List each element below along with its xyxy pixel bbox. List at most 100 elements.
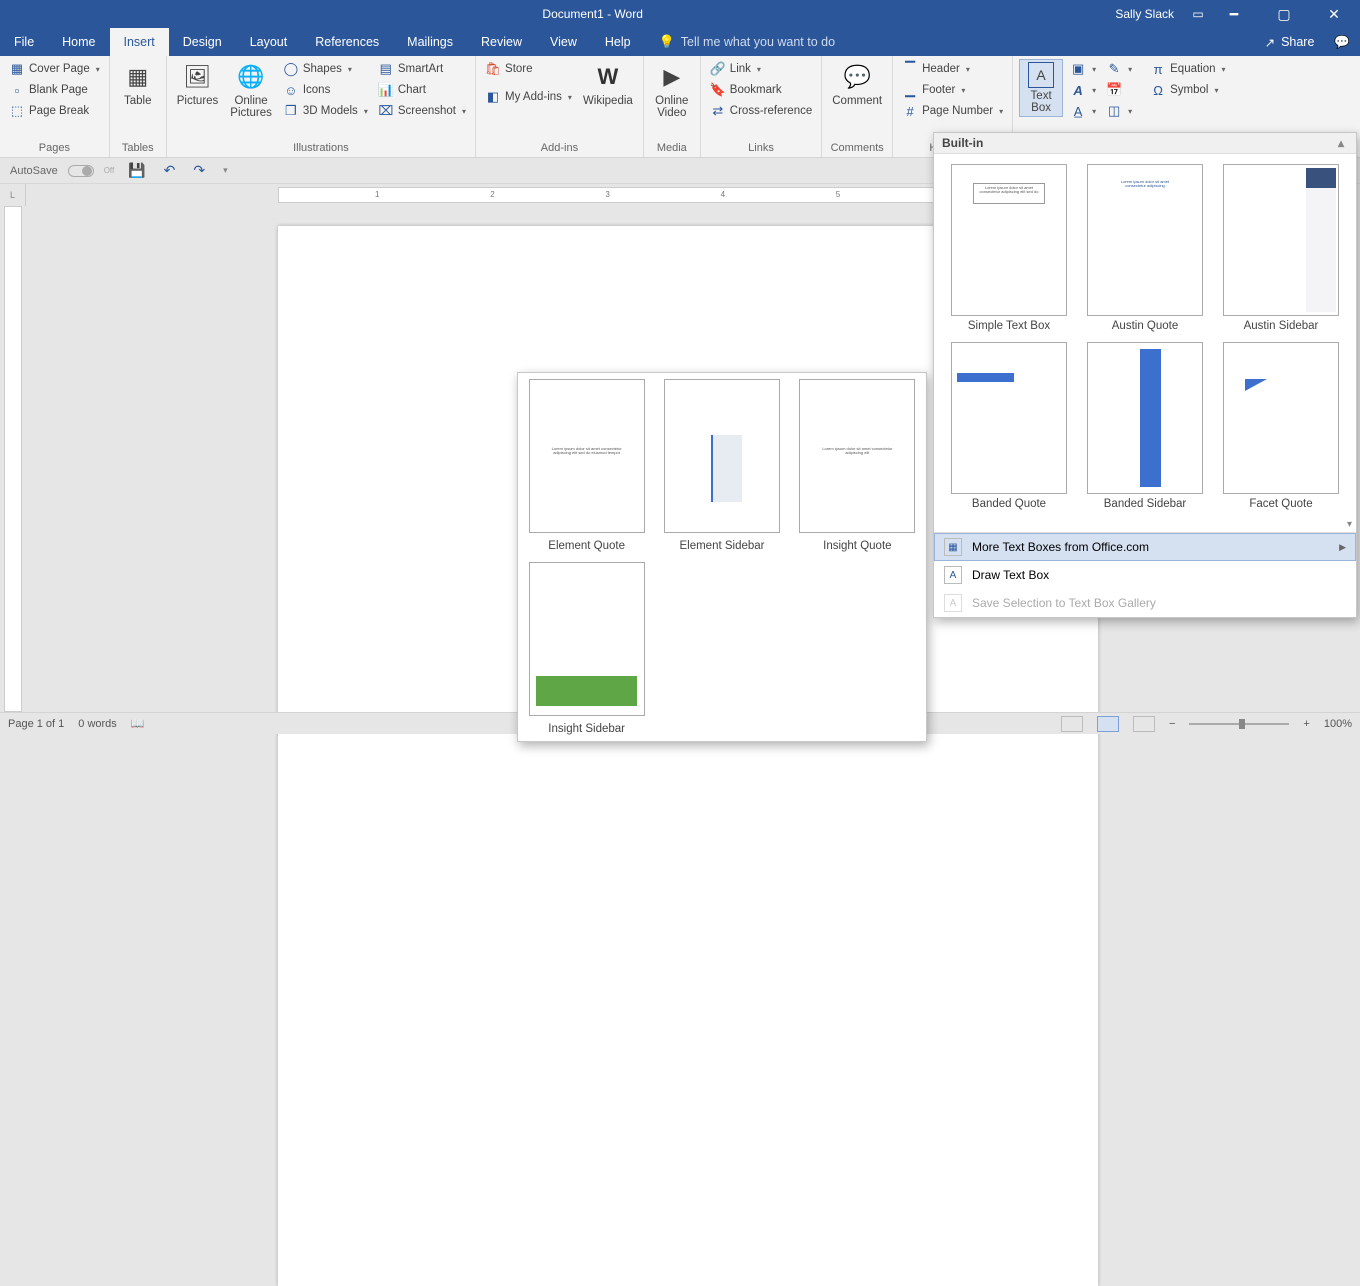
more-text-boxes-button[interactable]: ▦ More Text Boxes from Office.com ▶ xyxy=(934,533,1356,561)
date-time-button[interactable]: 📅 xyxy=(1103,80,1135,100)
gallery-item-insight-sidebar[interactable]: Insight Sidebar xyxy=(524,562,649,735)
maximize-button[interactable]: ▢ xyxy=(1262,0,1306,28)
spelling-icon[interactable]: 📖 xyxy=(131,717,145,730)
pictures-icon: 🖼 xyxy=(182,61,214,93)
cross-reference-button[interactable]: ⇄Cross-reference xyxy=(707,101,815,121)
text-box-icon: A xyxy=(1028,62,1054,88)
online-video-button[interactable]: ▶Online Video xyxy=(650,59,694,121)
minimize-button[interactable]: ━ xyxy=(1212,0,1256,28)
footer-button[interactable]: ▁Footer xyxy=(899,80,1006,100)
share-button[interactable]: ↗ Share xyxy=(1255,28,1325,56)
web-layout-button[interactable] xyxy=(1133,716,1155,732)
gallery-item-banded-quote[interactable]: Banded Quote xyxy=(946,342,1072,510)
tab-help[interactable]: Help xyxy=(591,28,645,56)
qat-customize[interactable]: ▾ xyxy=(219,165,232,176)
page-break-button[interactable]: ⬚Page Break xyxy=(6,101,103,121)
smartart-icon: ▤ xyxy=(378,61,394,77)
tab-file[interactable]: File xyxy=(0,28,48,56)
quick-parts-button[interactable]: ▣ xyxy=(1067,59,1099,79)
icons-button[interactable]: ☺Icons xyxy=(280,80,371,100)
quick-parts-icon: ▣ xyxy=(1070,61,1086,77)
gallery-item-austin-sidebar[interactable]: Austin Sidebar xyxy=(1218,164,1344,332)
header-button[interactable]: ▔Header xyxy=(899,59,1006,79)
chart-button[interactable]: 📊Chart xyxy=(375,80,469,100)
store-icon: 🛍 xyxy=(485,61,501,77)
store-button[interactable]: 🛍Store xyxy=(482,59,575,79)
gallery-item-austin-quote[interactable]: Lorem ipsum dolor sit amet consectetur a… xyxy=(1082,164,1208,332)
comments-pane-button[interactable]: 💬 xyxy=(1324,28,1360,56)
wikipedia-button[interactable]: WWikipedia xyxy=(579,59,637,109)
online-pictures-button[interactable]: 🌐Online Pictures xyxy=(226,59,276,121)
tell-me-search[interactable]: 💡 Tell me what you want to do xyxy=(645,28,835,56)
cover-page-button[interactable]: ▦Cover Page xyxy=(6,59,103,79)
tab-design[interactable]: Design xyxy=(169,28,236,56)
undo-button[interactable]: ↶ xyxy=(160,162,180,179)
ruler-corner[interactable]: L xyxy=(0,184,26,206)
zoom-slider[interactable] xyxy=(1189,723,1289,725)
print-layout-button[interactable] xyxy=(1097,716,1119,732)
online-pictures-icon: 🌐 xyxy=(235,61,267,93)
screenshot-button[interactable]: ⌧Screenshot xyxy=(375,101,469,121)
table-icon: ▦ xyxy=(122,61,154,93)
smartart-button[interactable]: ▤SmartArt xyxy=(375,59,469,79)
group-links: 🔗Link 🔖Bookmark ⇄Cross-reference Links xyxy=(701,56,822,157)
equation-button[interactable]: πEquation xyxy=(1147,59,1228,79)
gallery-item-facet-quote[interactable]: Facet Quote xyxy=(1218,342,1344,510)
cover-page-icon: ▦ xyxy=(9,61,25,77)
tab-view[interactable]: View xyxy=(536,28,591,56)
redo-button[interactable]: ↷ xyxy=(189,162,209,179)
tab-layout[interactable]: Layout xyxy=(236,28,302,56)
read-mode-button[interactable] xyxy=(1061,716,1083,732)
tab-mailings[interactable]: Mailings xyxy=(393,28,467,56)
group-addins: 🛍Store ◧My Add-ins WWikipedia Add-ins xyxy=(476,56,644,157)
gallery-item-element-sidebar[interactable]: Element Sidebar xyxy=(659,379,784,552)
text-box-gallery: Built-in ▴ Lorem ipsum dolor sit amet co… xyxy=(933,132,1357,618)
chart-icon: 📊 xyxy=(378,82,394,98)
drop-cap-button[interactable]: A̲ xyxy=(1067,101,1099,121)
object-button[interactable]: ◫ xyxy=(1103,101,1135,121)
tab-review[interactable]: Review xyxy=(467,28,536,56)
signature-line-button[interactable]: ✎ xyxy=(1103,59,1135,79)
footer-icon: ▁ xyxy=(902,82,918,98)
page-number-button[interactable]: #Page Number xyxy=(899,101,1006,121)
shapes-button[interactable]: ◯Shapes xyxy=(280,59,371,79)
bookmark-button[interactable]: 🔖Bookmark xyxy=(707,80,815,100)
tab-references[interactable]: References xyxy=(301,28,393,56)
cross-ref-icon: ⇄ xyxy=(710,103,726,119)
word-count[interactable]: 0 words xyxy=(78,718,117,730)
link-button[interactable]: 🔗Link xyxy=(707,59,815,79)
window-title: Document1 - Word xyxy=(80,7,1105,21)
gallery-scroll-down[interactable]: ▾ xyxy=(1347,519,1352,530)
wordart-button[interactable]: A xyxy=(1067,80,1099,100)
autosave-label: AutoSave xyxy=(10,165,58,177)
comment-icon: 💬 xyxy=(841,61,873,93)
table-button[interactable]: ▦ Table xyxy=(116,59,160,109)
my-addins-button[interactable]: ◧My Add-ins xyxy=(482,87,575,107)
group-pages: ▦Cover Page ▫Blank Page ⬚Page Break Page… xyxy=(0,56,110,157)
user-name[interactable]: Sally Slack xyxy=(1105,7,1184,21)
comment-button[interactable]: 💬Comment xyxy=(828,59,886,109)
3d-models-button[interactable]: ❒3D Models xyxy=(280,101,371,121)
gallery-item-banded-sidebar[interactable]: Banded Sidebar xyxy=(1082,342,1208,510)
blank-page-button[interactable]: ▫Blank Page xyxy=(6,80,103,100)
gallery-scroll-up[interactable]: ▴ xyxy=(1334,136,1348,150)
zoom-out-button[interactable]: − xyxy=(1169,718,1175,730)
page-count[interactable]: Page 1 of 1 xyxy=(8,718,64,730)
vertical-ruler[interactable] xyxy=(4,206,22,712)
close-button[interactable]: ✕ xyxy=(1312,0,1356,28)
zoom-percent[interactable]: 100% xyxy=(1324,718,1352,730)
symbol-button[interactable]: ΩSymbol xyxy=(1147,80,1228,100)
draw-text-box-button[interactable]: A Draw Text Box xyxy=(934,561,1356,589)
gallery-item-insight-quote[interactable]: Lorem ipsum dolor sit amet consectetur a… xyxy=(795,379,920,552)
tab-home[interactable]: Home xyxy=(48,28,109,56)
zoom-in-button[interactable]: + xyxy=(1303,718,1309,730)
ribbon-display-icon[interactable]: ▭ xyxy=(1190,6,1206,22)
tab-insert[interactable]: Insert xyxy=(110,28,169,56)
gallery-item-simple-text-box[interactable]: Lorem ipsum dolor sit amet consectetur a… xyxy=(946,164,1072,332)
pictures-button[interactable]: 🖼Pictures xyxy=(173,59,223,109)
autosave-toggle[interactable] xyxy=(68,165,94,177)
text-box-button[interactable]: AText Box xyxy=(1019,59,1063,117)
save-button[interactable]: 💾 xyxy=(124,162,149,179)
gallery-item-element-quote[interactable]: Lorem ipsum dolor sit amet consectetur a… xyxy=(524,379,649,552)
bookmark-icon: 🔖 xyxy=(710,82,726,98)
